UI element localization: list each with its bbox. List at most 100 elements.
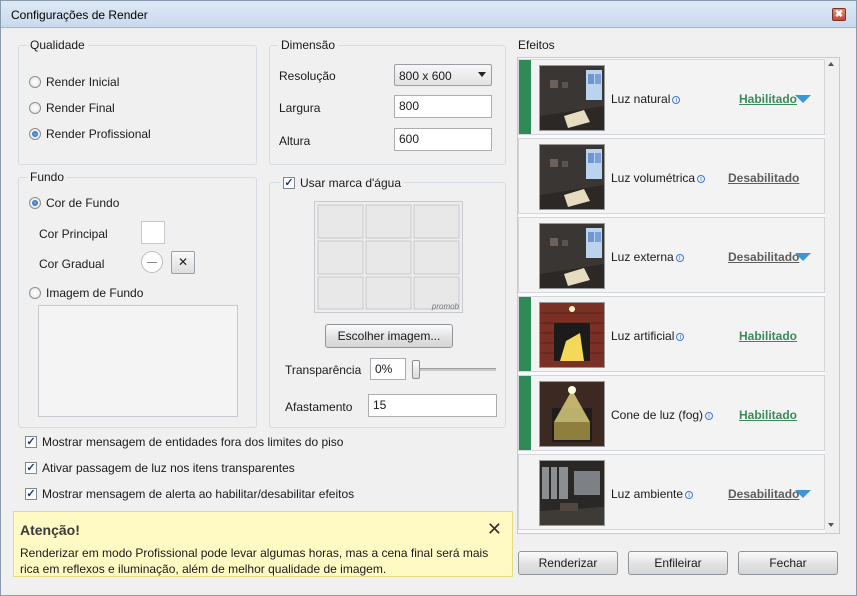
effect-status-link[interactable]: Desabilitado — [728, 487, 799, 501]
info-icon[interactable]: i — [672, 96, 681, 104]
radio-icon[interactable] — [29, 128, 41, 140]
chevron-down-icon — [478, 72, 486, 77]
effect-status-link[interactable]: Habilitado — [739, 408, 797, 422]
radio-background-image[interactable]: Imagem de Fundo — [29, 286, 143, 300]
effect-status-link[interactable]: Habilitado — [739, 92, 797, 106]
width-input[interactable]: 800 — [394, 95, 492, 118]
watermark-grid — [317, 204, 460, 310]
effect-thumbnail — [539, 223, 605, 289]
transparency-slider-track[interactable] — [412, 368, 496, 371]
gradient-color-icon[interactable] — [141, 251, 163, 273]
effect-status-link[interactable]: Desabilitado — [728, 171, 799, 185]
radio-icon[interactable] — [29, 287, 41, 299]
option-show-effect-alert[interactable]: ✓ Mostrar mensagem de alerta ao habilita… — [25, 487, 354, 501]
effects-title: Efeitos — [518, 38, 555, 52]
checkbox-icon[interactable]: ✓ — [25, 436, 37, 448]
effect-item[interactable]: Luz natural i Habilitado — [518, 59, 825, 135]
radio-icon[interactable] — [29, 76, 41, 88]
background-legend: Fundo — [27, 170, 68, 184]
watermark-checkbox-row[interactable]: ✓ Usar marca d'água — [280, 176, 405, 190]
resolution-value: 800 x 600 — [399, 69, 452, 83]
info-icon[interactable]: i — [676, 333, 685, 341]
effect-name: Luz volumétrica i — [611, 171, 706, 185]
option-light-through-transparent[interactable]: ✓ Ativar passagem de luz nos itens trans… — [25, 461, 295, 475]
scroll-up-icon[interactable] — [828, 62, 834, 66]
info-icon[interactable]: i — [705, 412, 714, 420]
info-icon[interactable]: i — [675, 254, 684, 262]
resolution-label: Resolução — [279, 69, 336, 83]
effect-item[interactable]: Luz ambiente i Desabilitado — [518, 454, 825, 530]
radio-background-color[interactable]: Cor de Fundo — [29, 196, 119, 210]
radio-icon[interactable] — [29, 197, 41, 209]
radio-render-initial[interactable]: Render Inicial — [29, 75, 119, 89]
chevron-down-icon[interactable] — [795, 253, 811, 261]
warning-message: Renderizar em modo Profissional pode lev… — [20, 546, 489, 576]
transparency-slider-thumb[interactable] — [412, 360, 420, 379]
effect-name: Luz ambiente i — [611, 487, 694, 501]
info-icon[interactable]: i — [685, 491, 694, 499]
effect-item[interactable]: Luz volumétrica i Desabilitado — [518, 138, 825, 214]
distance-label: Afastamento — [285, 400, 353, 414]
effect-enabled-bar — [519, 297, 531, 371]
effects-list[interactable]: Luz natural i Habilitado Luz volumétrica i De… — [517, 57, 840, 534]
title-bar[interactable]: Configurações de Render ✖ — [1, 1, 856, 28]
close-icon[interactable]: ✖ — [832, 8, 846, 21]
option-label: Mostrar mensagem de alerta ao habilitar/… — [42, 487, 355, 501]
radio-icon[interactable] — [29, 102, 41, 114]
effect-thumbnail — [539, 144, 605, 210]
effect-status-link[interactable]: Desabilitado — [728, 250, 799, 264]
checkbox-icon[interactable]: ✓ — [283, 177, 295, 189]
dimension-legend: Dimensão — [278, 38, 339, 52]
checkbox-icon[interactable]: ✓ — [25, 462, 37, 474]
width-label: Largura — [279, 101, 321, 115]
clear-gradient-button[interactable]: ✕ — [171, 251, 195, 274]
warning-title: Atenção! — [20, 522, 80, 538]
radio-label: Render Profissional — [46, 127, 151, 141]
radio-label: Cor de Fundo — [46, 196, 120, 210]
radio-label: Imagem de Fundo — [46, 286, 144, 300]
window-title: Configurações de Render — [11, 8, 148, 22]
watermark-group: ✓ Usar marca d'água promob Escolher imag… — [269, 176, 506, 428]
background-image-preview[interactable] — [38, 305, 238, 417]
height-input[interactable]: 600 — [394, 128, 492, 151]
close-icon[interactable]: ✕ — [487, 520, 502, 538]
effect-name-text: Luz volumétrica — [611, 171, 696, 185]
effect-item[interactable]: Luz externa i Desabilitado — [518, 217, 825, 293]
effect-status-link[interactable]: Habilitado — [739, 329, 797, 343]
radio-render-final[interactable]: Render Final — [29, 101, 115, 115]
watermark-label: Usar marca d'água — [300, 176, 402, 190]
warning-banner: Atenção! ✕ Renderizar em modo Profission… — [13, 511, 513, 577]
render-button[interactable]: Renderizar — [518, 551, 618, 575]
choose-image-button[interactable]: Escolher imagem... — [325, 324, 453, 348]
gradient-color-label: Cor Gradual — [39, 257, 105, 271]
dimension-group: Dimensão Resolução 800 x 600 Largura 800… — [269, 38, 506, 165]
effect-enabled-bar — [519, 376, 531, 450]
effect-name-text: Luz externa — [611, 250, 674, 264]
scroll-down-icon[interactable] — [828, 523, 834, 527]
transparency-input[interactable]: 0% — [370, 358, 406, 380]
option-show-out-of-bounds[interactable]: ✓ Mostrar mensagem de entidades fora dos… — [25, 435, 343, 449]
close-button[interactable]: Fechar — [738, 551, 838, 575]
render-settings-window: Configurações de Render ✖ Qualidade Rend… — [0, 0, 857, 596]
chevron-down-icon[interactable] — [795, 490, 811, 498]
chevron-down-icon[interactable] — [795, 95, 811, 103]
watermark-logo: promob — [431, 302, 459, 311]
radio-label: Render Inicial — [46, 75, 120, 89]
distance-input[interactable]: 15 — [368, 394, 497, 417]
height-label: Altura — [279, 134, 311, 148]
effect-item[interactable]: Cone de luz (fog) i Habilitado — [518, 375, 825, 451]
effect-item[interactable]: Luz artificial i Habilitado — [518, 296, 825, 372]
effects-scrollbar[interactable] — [825, 58, 839, 533]
effect-name-text: Luz natural — [611, 92, 671, 106]
watermark-preview: promob — [314, 201, 463, 313]
quality-group: Qualidade Render Inicial Render Final Re… — [18, 38, 257, 165]
checkbox-icon[interactable]: ✓ — [25, 488, 37, 500]
primary-color-swatch[interactable] — [141, 221, 165, 244]
resolution-select[interactable]: 800 x 600 — [394, 64, 492, 86]
effect-enabled-bar — [519, 60, 531, 134]
queue-button[interactable]: Enfileirar — [628, 551, 728, 575]
effect-name: Luz artificial i — [611, 329, 685, 343]
background-group: Fundo Cor de Fundo Cor Principal Cor Gra… — [18, 170, 257, 428]
radio-render-professional[interactable]: Render Profissional — [29, 127, 151, 141]
info-icon[interactable]: i — [697, 175, 706, 183]
